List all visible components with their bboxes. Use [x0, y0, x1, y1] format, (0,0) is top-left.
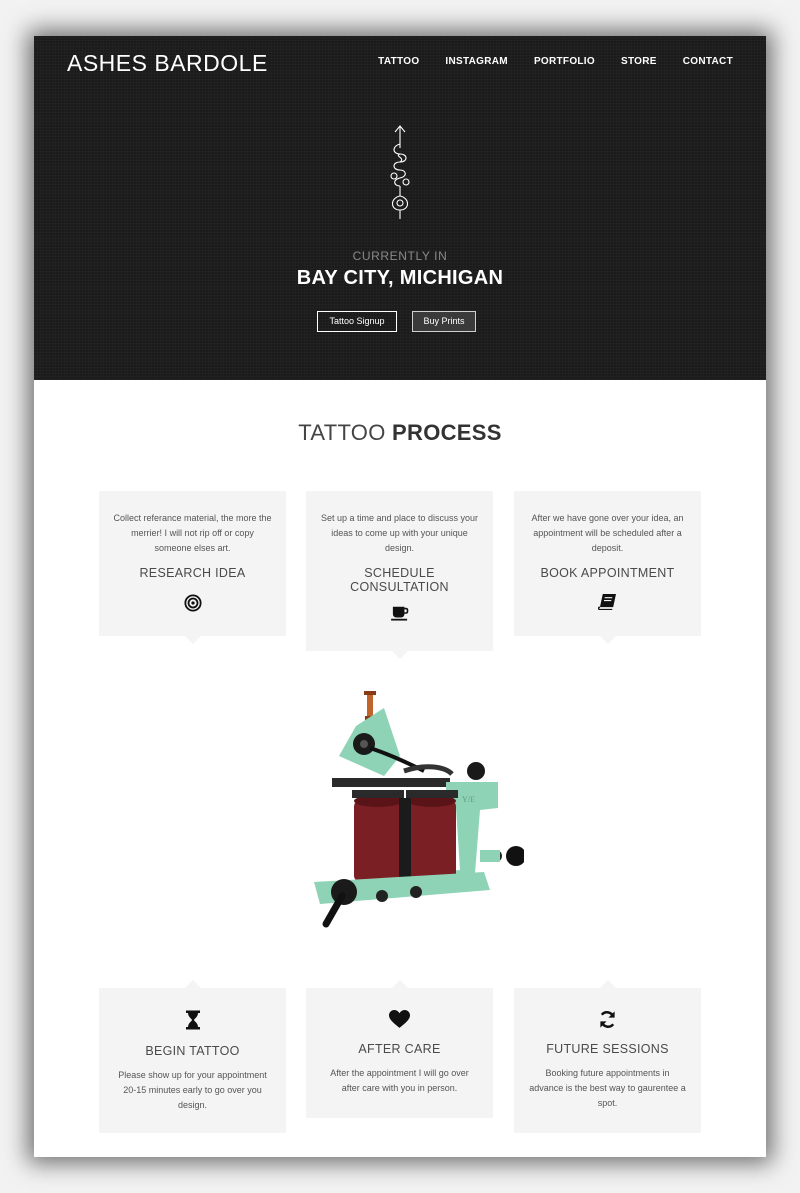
hourglass-icon [185, 1010, 200, 1030]
step-card-research: Collect referance material, the more the… [99, 491, 286, 644]
step-desc: Collect referance material, the more the… [113, 513, 272, 553]
heart-icon [389, 1010, 410, 1028]
step-title: SCHEDULE CONSULTATION [350, 566, 449, 594]
nav-store[interactable]: STORE [621, 56, 657, 67]
section-title-bold: PROCESS [392, 420, 502, 445]
coffee-cup-icon [390, 606, 408, 621]
step-desc: After we have gone over your idea, an ap… [531, 513, 684, 553]
step-desc: Booking future appointments in advance i… [529, 1068, 686, 1108]
step-card-book: After we have gone over your idea, an ap… [514, 491, 701, 644]
unalome-logo-icon [390, 125, 410, 219]
tattoo-signup-button[interactable]: Tattoo Signup [317, 311, 397, 332]
hero-banner: ASHES BARDOLE TATTOO INSTAGRAM PORTFOLIO… [34, 36, 766, 380]
currently-in-label: CURRENTLY IN [352, 249, 448, 263]
step-desc: Please show up for your appointment 20-1… [118, 1070, 267, 1110]
main-nav: TATTOO INSTAGRAM PORTFOLIO STORE CONTACT [378, 56, 733, 67]
site-brand[interactable]: ASHES BARDOLE [67, 50, 268, 77]
step-title: BOOK APPOINTMENT [540, 566, 675, 580]
step-card-begin: BEGIN TATTOO Please show up for your app… [99, 980, 286, 1133]
bullseye-icon [183, 594, 202, 612]
section-title: TATTOO PROCESS [34, 420, 766, 446]
refresh-icon [600, 1011, 615, 1028]
current-location: BAY CITY, MICHIGAN [296, 267, 504, 289]
tattoo-machine-image: Y/E [314, 691, 524, 928]
page-frame: ASHES BARDOLE TATTOO INSTAGRAM PORTFOLIO… [34, 36, 766, 1157]
nav-contact[interactable]: CONTACT [683, 56, 733, 67]
buy-prints-button[interactable]: Buy Prints [412, 311, 476, 332]
svg-text:Y/E: Y/E [462, 795, 475, 804]
section-title-light: TATTOO [298, 420, 386, 445]
nav-tattoo[interactable]: TATTOO [378, 56, 419, 67]
step-card-consultation: Set up a time and place to discuss your … [306, 491, 493, 659]
step-title: BEGIN TATTOO [145, 1044, 240, 1058]
step-title: AFTER CARE [358, 1042, 441, 1056]
nav-portfolio[interactable]: PORTFOLIO [534, 56, 595, 67]
step-title: RESEARCH IDEA [139, 566, 246, 580]
step-card-aftercare: AFTER CARE After the appointment I will … [306, 980, 493, 1118]
step-title: FUTURE SESSIONS [546, 1042, 669, 1056]
step-desc: Set up a time and place to discuss your … [320, 513, 479, 553]
book-icon [598, 593, 616, 610]
step-desc: After the appointment I will go over aft… [330, 1068, 469, 1093]
nav-instagram[interactable]: INSTAGRAM [445, 56, 508, 67]
step-card-future: FUTURE SESSIONS Booking future appointme… [514, 980, 701, 1133]
